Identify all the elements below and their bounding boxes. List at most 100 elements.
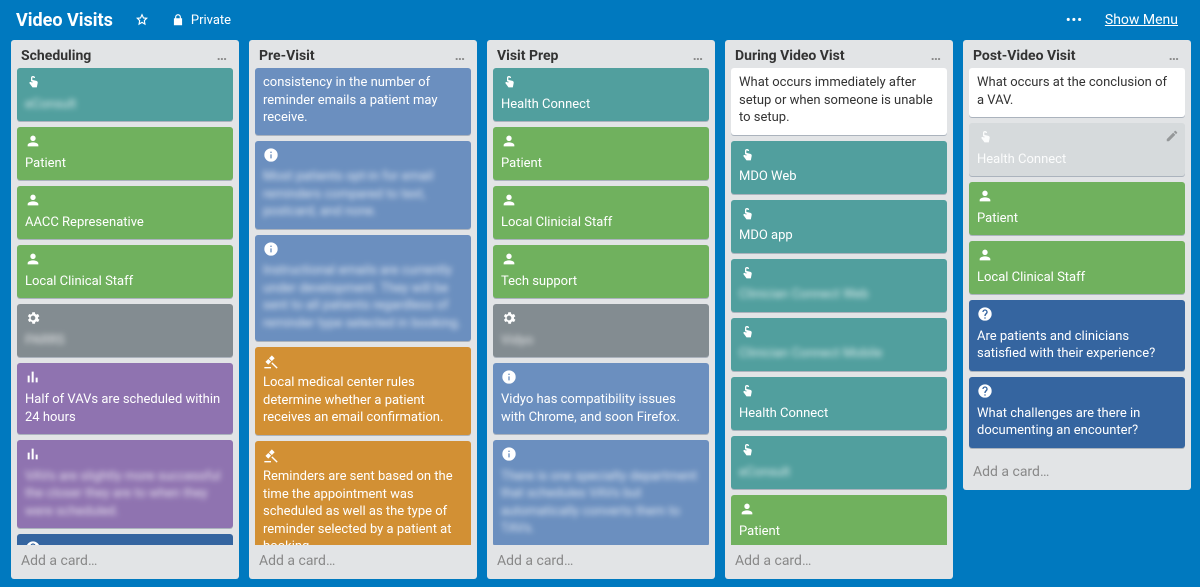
card[interactable]: MDO app — [731, 200, 947, 253]
edit-pencil-icon[interactable] — [1165, 129, 1179, 143]
card[interactable]: MDO Web — [731, 141, 947, 194]
card[interactable]: Clinician Connect Web — [731, 259, 947, 312]
card[interactable]: What challenges are there in documenting… — [969, 377, 1185, 448]
list-menu-icon[interactable]: … — [213, 48, 231, 64]
list-menu-icon[interactable]: … — [1165, 48, 1183, 64]
card[interactable]: eConsult — [17, 68, 233, 121]
card[interactable]: Half of VAVs are scheduled within 24 hou… — [17, 363, 233, 434]
info-icon — [501, 369, 517, 385]
question-icon — [977, 306, 993, 322]
add-card-button[interactable]: Add a card… — [487, 545, 715, 579]
list-title[interactable]: During Video Vist — [735, 48, 927, 64]
card-text: There is one specialty department that s… — [501, 468, 701, 538]
card[interactable]: Local Clinical Staff — [969, 241, 1185, 294]
person-icon — [25, 192, 41, 208]
card-text: consistency in the number of reminder em… — [263, 74, 463, 127]
card-text: Local medical center rules determine whe… — [263, 374, 463, 427]
card[interactable]: Local medical center rules determine whe… — [255, 347, 471, 435]
card-text: Health Connect — [739, 405, 939, 423]
list-menu-icon[interactable]: … — [451, 48, 469, 64]
board-title[interactable]: Video Visits — [8, 10, 121, 31]
add-card-button[interactable]: Add a card… — [249, 545, 477, 579]
card[interactable]: Patient — [731, 495, 947, 545]
gear-icon — [501, 310, 517, 326]
person-icon — [501, 192, 517, 208]
info-icon — [263, 147, 279, 163]
card[interactable]: What is the % distribution of booking me… — [17, 534, 233, 545]
list-header[interactable]: Post-Video Visit… — [963, 40, 1191, 68]
list-header[interactable]: During Video Vist… — [725, 40, 953, 68]
lock-icon — [171, 13, 185, 27]
list-header[interactable]: Scheduling… — [11, 40, 239, 68]
privacy-button[interactable]: Private — [163, 6, 239, 34]
card[interactable]: Most patients opt-in for email reminders… — [255, 141, 471, 229]
card-text: Reminders are sent based on the time the… — [263, 468, 463, 545]
card-text: Patient — [501, 155, 701, 173]
card-text: Most patients opt-in for email reminders… — [263, 168, 463, 221]
card[interactable]: eConsult — [731, 436, 947, 489]
card[interactable]: consistency in the number of reminder em… — [255, 68, 471, 135]
list-title[interactable]: Scheduling — [21, 48, 213, 64]
list-cards: eConsult Patient AACC Represenative Local C… — [11, 68, 239, 545]
list: Scheduling… eConsult Patient AACC Represena… — [11, 40, 239, 579]
touch-icon — [739, 206, 755, 222]
card[interactable]: Health Connect — [731, 377, 947, 430]
card[interactable]: Are patients and clinicians satisfied wi… — [969, 300, 1185, 371]
list-menu-icon[interactable]: … — [927, 48, 945, 64]
card[interactable]: Health Connect — [969, 123, 1185, 176]
card[interactable]: Vidyo has compatibility issues with Chro… — [493, 363, 709, 434]
card-text: Half of VAVs are scheduled within 24 hou… — [25, 391, 225, 426]
info-icon — [263, 241, 279, 257]
card-text: Patient — [25, 155, 225, 173]
card-text: Patient — [977, 210, 1177, 228]
list-menu-icon[interactable]: … — [689, 48, 707, 64]
card[interactable]: Patient — [17, 127, 233, 180]
touch-icon — [739, 324, 755, 340]
card[interactable]: Reminders are sent based on the time the… — [255, 441, 471, 545]
card-text: Local Clinical Staff — [977, 269, 1177, 287]
card[interactable]: Patient — [969, 182, 1185, 235]
star-button[interactable] — [127, 6, 157, 34]
card[interactable]: Instructional emails are currently under… — [255, 235, 471, 341]
card-text: eConsult — [25, 96, 225, 114]
board-menu-ellipsis-icon[interactable]: ••• — [1058, 6, 1091, 34]
list-header[interactable]: Pre-Visit… — [249, 40, 477, 68]
card[interactable]: There is one specialty department that s… — [493, 440, 709, 545]
question-icon — [25, 540, 41, 545]
card[interactable]: What occurs at the conclusion of a VAV. — [969, 68, 1185, 117]
card-text: Tech support — [501, 273, 701, 291]
list: Visit Prep…Health ConnectPatientLocal Cl… — [487, 40, 715, 579]
board-header: Video Visits Private ••• Show Menu — [0, 0, 1200, 40]
person-icon — [501, 251, 517, 267]
touch-icon — [739, 265, 755, 281]
list-title[interactable]: Pre-Visit — [259, 48, 451, 64]
card-text: Vidyo has compatibility issues with Chro… — [501, 391, 701, 426]
gavel-icon — [263, 447, 279, 463]
card[interactable]: VAVs are slightly more successful the cl… — [17, 440, 233, 528]
person-icon — [739, 501, 755, 517]
add-card-button[interactable]: Add a card… — [11, 545, 239, 579]
card[interactable]: Local Clinicial Staff — [493, 186, 709, 239]
list-title[interactable]: Visit Prep — [497, 48, 689, 64]
list-title[interactable]: Post-Video Visit — [973, 48, 1165, 64]
card[interactable]: Patient — [493, 127, 709, 180]
card[interactable]: What occurs immediately after setup or w… — [731, 68, 947, 135]
show-menu-button[interactable]: Show Menu — [1097, 6, 1186, 34]
card[interactable]: Clinician Connect Mobile — [731, 318, 947, 371]
card[interactable]: Tech support — [493, 245, 709, 298]
card[interactable]: Vidyo — [493, 304, 709, 357]
list-header[interactable]: Visit Prep… — [487, 40, 715, 68]
add-card-button[interactable]: Add a card… — [963, 456, 1191, 490]
card-text: MDO Web — [739, 168, 939, 186]
card[interactable]: Health Connect — [493, 68, 709, 121]
person-icon — [25, 133, 41, 149]
bar-icon — [25, 369, 41, 385]
card-text: Health Connect — [977, 151, 1177, 169]
card-text: What occurs at the conclusion of a VAV. — [977, 74, 1177, 109]
person-icon — [977, 247, 993, 263]
add-card-button[interactable]: Add a card… — [725, 545, 953, 579]
privacy-label: Private — [191, 13, 231, 28]
card[interactable]: PARRS — [17, 304, 233, 357]
card[interactable]: Local Clinical Staff — [17, 245, 233, 298]
card[interactable]: AACC Represenative — [17, 186, 233, 239]
